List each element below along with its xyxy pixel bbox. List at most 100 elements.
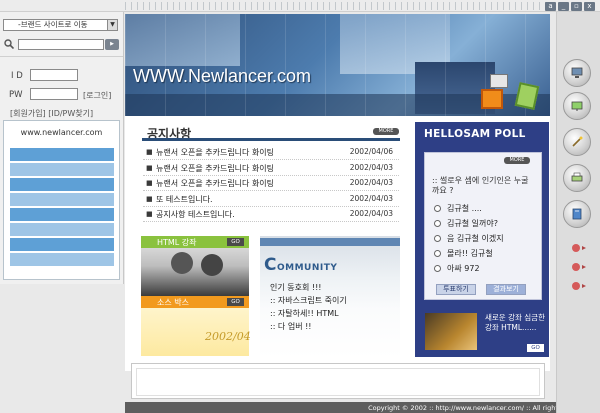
html-course-promo[interactable]: HTML 강좌 GO bbox=[141, 236, 249, 296]
book-icon[interactable] bbox=[563, 200, 591, 228]
notice-row[interactable]: ■ 또 테스트입니다. 2002/04/03 bbox=[143, 192, 399, 207]
radio-button[interactable] bbox=[434, 205, 441, 212]
minimize-button[interactable]: _ bbox=[558, 2, 569, 11]
chevron-down-icon[interactable]: ▼ bbox=[107, 20, 117, 30]
ruler-decoration bbox=[125, 2, 550, 10]
notice-date: 2002/04/03 bbox=[349, 209, 393, 218]
poll-option[interactable]: 몰라!! 김규철 bbox=[434, 248, 493, 259]
menu-item[interactable] bbox=[10, 193, 114, 206]
radio-button[interactable] bbox=[434, 250, 441, 257]
source-box-label: 소스 박스 bbox=[157, 298, 189, 307]
menu-item[interactable] bbox=[10, 253, 114, 266]
printer-icon[interactable] bbox=[563, 164, 591, 192]
notice-title-text[interactable]: 뉴랜서 오픈을 추카드립니다 화이팅 bbox=[156, 147, 274, 158]
course-promo-text[interactable]: 새로운 강좌 심금한 강좌 HTML...... bbox=[485, 313, 545, 333]
notice-divider bbox=[142, 138, 400, 141]
notice-date: 2002/04/03 bbox=[349, 194, 393, 203]
notice-title-text[interactable]: 공지사항 테스트입니다. bbox=[156, 209, 235, 220]
bullet-icon: ■ bbox=[146, 210, 153, 218]
radio-button[interactable] bbox=[434, 235, 441, 242]
community-link[interactable]: :: 자탈하세!! HTML bbox=[270, 308, 339, 319]
notice-row[interactable]: ■ 뉴랜서 오픈을 추카드립니다 화이팅 2002/04/03 bbox=[143, 161, 399, 176]
person-photo bbox=[201, 254, 223, 276]
course-thumbnail[interactable] bbox=[425, 313, 477, 350]
community-link[interactable]: :: 다 업버 !! bbox=[270, 321, 312, 332]
auth-links[interactable]: [회원가입] [ID/PW찾기] bbox=[10, 108, 93, 119]
id-field[interactable] bbox=[30, 69, 78, 81]
notice-row[interactable]: ■ 공지사항 테스트입니다. 2002/04/03 bbox=[143, 207, 399, 222]
top-strip: a _ ▫ x bbox=[0, 0, 600, 12]
community-header-bar bbox=[260, 238, 400, 246]
menu-item[interactable] bbox=[10, 178, 114, 191]
community-title: COMMUNITY bbox=[264, 255, 338, 275]
notice-date: 2002/04/06 bbox=[349, 147, 393, 156]
banner-title: WWW.Newlancer.com bbox=[133, 66, 312, 86]
restore-button[interactable]: ▫ bbox=[571, 2, 582, 11]
bullet-icon: ■ bbox=[146, 179, 153, 187]
radio-button[interactable] bbox=[434, 220, 441, 227]
bullet-icon: ■ bbox=[146, 148, 153, 156]
id-label: I D bbox=[11, 71, 23, 81]
pc-icon[interactable] bbox=[563, 59, 591, 87]
notice-date: 2002/04/03 bbox=[349, 163, 393, 172]
community-link[interactable]: :: 자바스크립트 죽이기 bbox=[270, 295, 347, 306]
poll-option[interactable]: 아싸 972 bbox=[434, 263, 480, 274]
html-course-go-button[interactable]: GO bbox=[227, 238, 244, 246]
result-button[interactable]: 결과보기 bbox=[486, 284, 526, 295]
window-button-a[interactable]: a bbox=[545, 2, 556, 11]
brand-site-select[interactable]: -브랜드 사이트로 이동 ▼ bbox=[3, 19, 118, 31]
monitor-icon[interactable] bbox=[563, 92, 591, 120]
notice-title-text[interactable]: 뉴랜서 오픈을 추카드립니다 화이팅 bbox=[156, 163, 274, 174]
login-button[interactable]: [로그인] bbox=[83, 90, 111, 101]
search-button[interactable]: ▶ bbox=[105, 39, 119, 50]
notice-title-text[interactable]: 또 테스트입니다. bbox=[156, 194, 213, 205]
notice-title-text[interactable]: 뉴랜서 오픈을 추카드립니다 화이팅 bbox=[156, 178, 274, 189]
wand-icon[interactable] bbox=[563, 128, 591, 156]
vote-button[interactable]: 투표하기 bbox=[436, 284, 476, 295]
course-go-button[interactable]: GO bbox=[527, 344, 544, 352]
source-box-go-button[interactable]: GO bbox=[227, 298, 244, 306]
notice-row[interactable]: ■ 뉴랜서 오픈을 추카드립니다 화이팅 2002/04/03 bbox=[143, 176, 399, 191]
gift-icon bbox=[481, 89, 503, 109]
poll-option[interactable]: 김규철 .... bbox=[434, 203, 482, 214]
menu-item[interactable] bbox=[10, 223, 114, 236]
community-heading: 인기 동호회 !!! bbox=[270, 283, 322, 292]
poll-title: HELLOSAM POLL bbox=[424, 128, 526, 140]
bullet-icon: ■ bbox=[146, 164, 153, 172]
divider bbox=[0, 56, 123, 57]
password-field[interactable] bbox=[30, 88, 78, 100]
menu-item[interactable] bbox=[10, 208, 114, 221]
menu-item[interactable] bbox=[10, 148, 114, 161]
notice-row[interactable]: ■ 뉴랜서 오픈을 추카드립니다 화이팅 2002/04/06 bbox=[143, 145, 399, 160]
html-course-header: HTML 강좌 GO bbox=[141, 236, 249, 248]
menu-item[interactable] bbox=[10, 238, 114, 251]
site-menu-box: www.newlancer.com bbox=[3, 120, 120, 280]
site-banner: WWW.Newlancer.com bbox=[125, 14, 550, 116]
nav-dot[interactable] bbox=[572, 282, 586, 290]
bullet-icon: ■ bbox=[146, 195, 153, 203]
footer: Copyright © 2002 :: http://www.newlancer… bbox=[125, 402, 600, 413]
search-icon bbox=[4, 39, 15, 50]
source-box-promo[interactable]: 소스 박스 GO 2002/04 bbox=[141, 296, 251, 356]
nav-dot[interactable] bbox=[572, 244, 586, 252]
poll-option[interactable]: 김규철 일꺼야? bbox=[434, 218, 498, 229]
brand-site-select-value: -브랜드 사이트로 이동 bbox=[18, 20, 88, 29]
search-input[interactable] bbox=[18, 39, 104, 50]
poll-more-button[interactable]: MORE bbox=[504, 157, 530, 164]
person-photo bbox=[171, 252, 193, 274]
close-button[interactable]: x bbox=[584, 2, 595, 11]
radio-button[interactable] bbox=[434, 265, 441, 272]
notice-date: 2002/04/03 bbox=[349, 178, 393, 187]
poll-option[interactable]: 음 김규철 이겠지 bbox=[434, 233, 504, 244]
menu-item[interactable] bbox=[10, 163, 114, 176]
html-course-label: HTML 강좌 bbox=[157, 238, 197, 247]
site-url: www.newlancer.com bbox=[20, 128, 103, 137]
date-stamp: 2002/04 bbox=[205, 330, 251, 343]
bottom-banner-slot bbox=[131, 363, 545, 399]
source-box-header: 소스 박스 GO bbox=[141, 296, 249, 308]
computer-icon bbox=[490, 74, 508, 88]
poll-question: :: 썰로우 셈에 인기인은 누굴 까요 ? bbox=[432, 176, 529, 195]
notice-more-button[interactable]: MORE bbox=[373, 128, 399, 135]
pw-label: PW bbox=[9, 90, 23, 100]
nav-dot[interactable] bbox=[572, 263, 586, 271]
